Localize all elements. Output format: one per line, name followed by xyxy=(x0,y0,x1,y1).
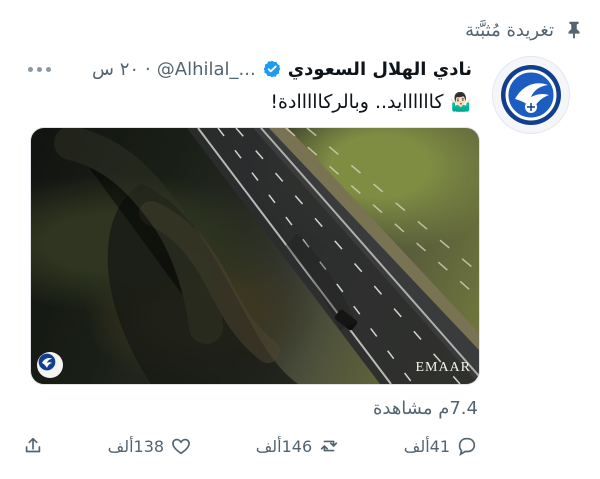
like-count: 138ألف xyxy=(107,436,165,456)
tweet-header: نادي الهلال السعودي @Alhilal_... · ٢٠ س xyxy=(20,52,472,86)
more-icon xyxy=(46,66,51,72)
pin-icon xyxy=(562,18,586,42)
reply-count: 41ألف xyxy=(403,436,450,456)
retweet-button[interactable]: 146ألف xyxy=(256,435,340,457)
shrug-emoji: 🤷🏻‍♂️ xyxy=(449,92,472,113)
video-brand-watermark: EMAAR xyxy=(415,360,471,375)
retweet-icon xyxy=(320,440,338,452)
like-button[interactable]: 138ألف xyxy=(108,435,192,457)
reply-button[interactable]: 41ألف xyxy=(404,435,478,457)
tweet-text: 🤷🏻‍♂️ كاااااايد.. وبالركااااادة! xyxy=(20,88,472,117)
video-logo-icon xyxy=(37,352,63,378)
verified-icon xyxy=(263,60,281,78)
pinned-label: تغريدة مُثبَّتة xyxy=(465,19,554,41)
video-thumbnail[interactable]: EMAAR xyxy=(30,127,480,385)
separator-dot: · xyxy=(145,58,151,80)
retweet-count: 146ألف xyxy=(255,436,313,456)
club-avatar[interactable] xyxy=(492,56,570,134)
alhilal-logo-icon xyxy=(501,65,561,125)
road-aerial-image xyxy=(54,128,479,384)
more-options-button[interactable] xyxy=(28,52,51,86)
view-count[interactable]: 7.4م مشاهدة xyxy=(373,398,478,419)
account-handle[interactable]: @Alhilal_... xyxy=(157,59,256,80)
tweet-body: كاااااايد.. وبالركااااادة! xyxy=(270,91,444,113)
account-name[interactable]: نادي الهلال السعودي xyxy=(288,59,472,80)
reply-icon xyxy=(458,437,476,456)
share-icon xyxy=(25,437,41,453)
tweet-actions: 41ألف 146ألف 138ألف xyxy=(22,429,478,463)
tweet-time[interactable]: ٢٠ س xyxy=(92,59,139,80)
share-button[interactable] xyxy=(22,435,44,457)
like-icon xyxy=(172,438,190,455)
pinned-tweet-indicator: تغريدة مُثبَّتة xyxy=(465,18,586,42)
